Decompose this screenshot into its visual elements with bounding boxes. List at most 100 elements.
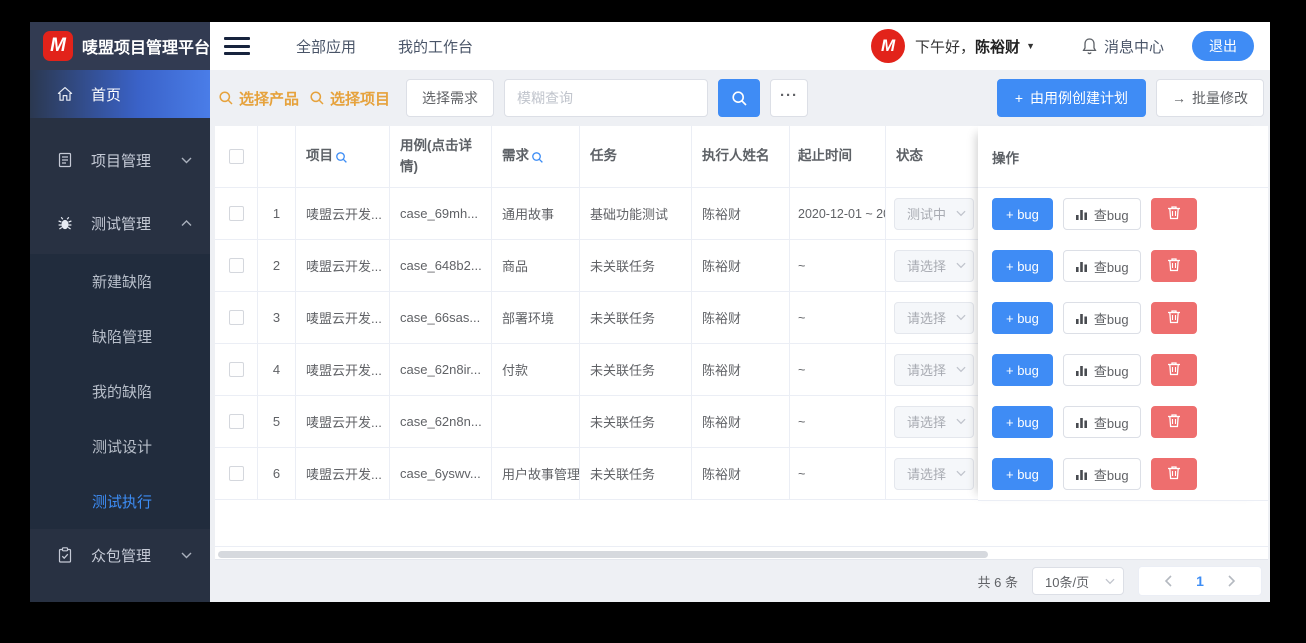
- cell-requirement: 用户故事管理: [492, 448, 580, 499]
- search-icon[interactable]: [335, 151, 348, 164]
- delete-button[interactable]: [1150, 198, 1197, 230]
- more-filters-button[interactable]: ···: [770, 79, 809, 117]
- select-requirement-button[interactable]: 选择需求: [406, 79, 495, 117]
- status-select[interactable]: 测试中: [894, 197, 974, 230]
- row-actions: + bug 查bug: [978, 188, 1268, 240]
- cell-executor: 陈裕财: [692, 448, 790, 499]
- view-bug-button[interactable]: 查bug: [1062, 198, 1141, 230]
- cell-date-range: ~: [790, 344, 886, 395]
- select-all-checkbox[interactable]: [228, 149, 244, 164]
- sidebar-item-crowdsourcing[interactable]: 众包管理: [30, 529, 210, 581]
- sidebar-item-label: 众包管理: [91, 547, 152, 565]
- greeting-text[interactable]: 下午好，陈裕财: [915, 36, 1020, 57]
- row-actions: + bug 查bug: [978, 240, 1268, 292]
- chevron-down-icon: [956, 418, 966, 424]
- search-icon[interactable]: [531, 151, 544, 164]
- delete-button[interactable]: [1150, 302, 1197, 334]
- bar-chart-icon: [1075, 313, 1087, 324]
- cell-case-link[interactable]: case_69mh...: [390, 188, 492, 239]
- status-select[interactable]: 请选择: [894, 249, 974, 282]
- cell-row-index: 2: [258, 240, 296, 291]
- search-icon: [731, 90, 747, 106]
- cell-project: 唛盟云开发...: [296, 396, 390, 447]
- add-bug-button[interactable]: + bug: [992, 354, 1053, 386]
- status-select[interactable]: 请选择: [894, 405, 974, 438]
- cell-project: 唛盟云开发...: [296, 448, 390, 499]
- submenu-item-my-defects[interactable]: 我的缺陷: [30, 364, 210, 419]
- next-page-button[interactable]: [1217, 575, 1247, 587]
- cell-case-link[interactable]: case_6yswv...: [390, 448, 492, 499]
- view-bug-button[interactable]: 查bug: [1062, 354, 1141, 386]
- view-bug-button[interactable]: 查bug: [1062, 250, 1141, 282]
- menu-toggle-icon[interactable]: [224, 37, 250, 55]
- add-bug-button[interactable]: + bug: [992, 198, 1053, 230]
- search-button[interactable]: [718, 79, 761, 117]
- view-bug-button[interactable]: 查bug: [1062, 302, 1141, 334]
- trash-icon: [1167, 414, 1180, 428]
- message-center[interactable]: 消息中心: [1081, 36, 1164, 57]
- row-actions: + bug 查bug: [978, 344, 1268, 396]
- page-number-current[interactable]: 1: [1183, 573, 1217, 589]
- prev-page-button[interactable]: [1153, 575, 1183, 587]
- delete-button[interactable]: [1150, 458, 1197, 490]
- bar-chart-icon: [1075, 261, 1087, 272]
- view-bug-button[interactable]: 查bug: [1062, 406, 1141, 438]
- fuzzy-search-input[interactable]: [504, 79, 709, 117]
- cell-case-link[interactable]: case_648b2...: [390, 240, 492, 291]
- select-project-label: 选择项目: [330, 90, 391, 108]
- row-checkbox[interactable]: [228, 310, 244, 325]
- view-bug-label: 查bug: [1093, 467, 1129, 483]
- horizontal-scrollbar[interactable]: [218, 551, 988, 558]
- row-checkbox[interactable]: [228, 258, 244, 273]
- row-checkbox[interactable]: [228, 466, 244, 481]
- cell-case-link[interactable]: case_62n8n...: [390, 396, 492, 447]
- filter-toolbar: 选择产品 选择项目 选择需求 ··· + 由用例创建计划 → 批量修改: [218, 79, 1264, 117]
- header-task: 任务: [580, 126, 692, 187]
- nav-all-apps[interactable]: 全部应用: [296, 36, 356, 57]
- row-checkbox[interactable]: [228, 206, 244, 221]
- add-bug-button[interactable]: + bug: [992, 458, 1053, 490]
- cell-case-link[interactable]: case_62n8ir...: [390, 344, 492, 395]
- table-card: 项目 用例(点击详情) 需求 任务 执行人姓名 起止时间 状态 1 唛盟云开发.…: [215, 126, 1268, 560]
- select-project-link[interactable]: 选择项目: [309, 88, 390, 109]
- create-plan-label: 由用例创建计划: [1030, 90, 1128, 106]
- logout-button[interactable]: 退出: [1192, 31, 1254, 61]
- user-caret-down-icon[interactable]: ▼: [1026, 41, 1035, 51]
- row-checkbox[interactable]: [228, 414, 244, 429]
- submenu-item-new-defect[interactable]: 新建缺陷: [30, 254, 210, 309]
- sidebar-item-partial[interactable]: [30, 581, 210, 602]
- view-bug-button[interactable]: 查bug: [1062, 458, 1141, 490]
- status-select[interactable]: 请选择: [894, 457, 974, 490]
- trash-icon: [1167, 466, 1180, 480]
- add-bug-button[interactable]: + bug: [992, 302, 1053, 334]
- cell-requirement: 部署环境: [492, 292, 580, 343]
- row-checkbox-cell: [215, 396, 258, 447]
- delete-button[interactable]: [1150, 406, 1197, 438]
- status-select[interactable]: 请选择: [894, 301, 974, 334]
- cell-project: 唛盟云开发...: [296, 240, 390, 291]
- batch-edit-button[interactable]: → 批量修改: [1156, 79, 1264, 117]
- sidebar-item-home[interactable]: 首页: [30, 70, 210, 118]
- cell-case-link[interactable]: case_66sas...: [390, 292, 492, 343]
- add-bug-button[interactable]: + bug: [992, 250, 1053, 282]
- status-select[interactable]: 请选择: [894, 353, 974, 386]
- chevron-down-icon: [181, 157, 192, 163]
- submenu-item-defect-mgmt[interactable]: 缺陷管理: [30, 309, 210, 364]
- clipboard-check-icon: [58, 547, 72, 563]
- add-bug-button[interactable]: + bug: [992, 406, 1053, 438]
- submenu-item-test-design[interactable]: 测试设计: [30, 419, 210, 474]
- cell-task: 未关联任务: [580, 396, 692, 447]
- select-product-link[interactable]: 选择产品: [218, 88, 299, 109]
- user-avatar[interactable]: M: [871, 29, 906, 63]
- nav-my-workbench[interactable]: 我的工作台: [398, 36, 473, 57]
- delete-button[interactable]: [1150, 250, 1197, 282]
- sidebar-item-project-mgmt[interactable]: 项目管理: [30, 128, 210, 192]
- sidebar-item-test-mgmt[interactable]: 测试管理: [30, 192, 210, 254]
- row-checkbox[interactable]: [228, 362, 244, 377]
- create-plan-button[interactable]: + 由用例创建计划: [996, 79, 1146, 117]
- view-bug-label: 查bug: [1093, 415, 1129, 431]
- submenu-item-test-execution[interactable]: 测试执行: [30, 474, 210, 529]
- delete-button[interactable]: [1150, 354, 1197, 386]
- cell-executor: 陈裕财: [692, 344, 790, 395]
- page-size-select[interactable]: 10条/页: [1032, 567, 1124, 595]
